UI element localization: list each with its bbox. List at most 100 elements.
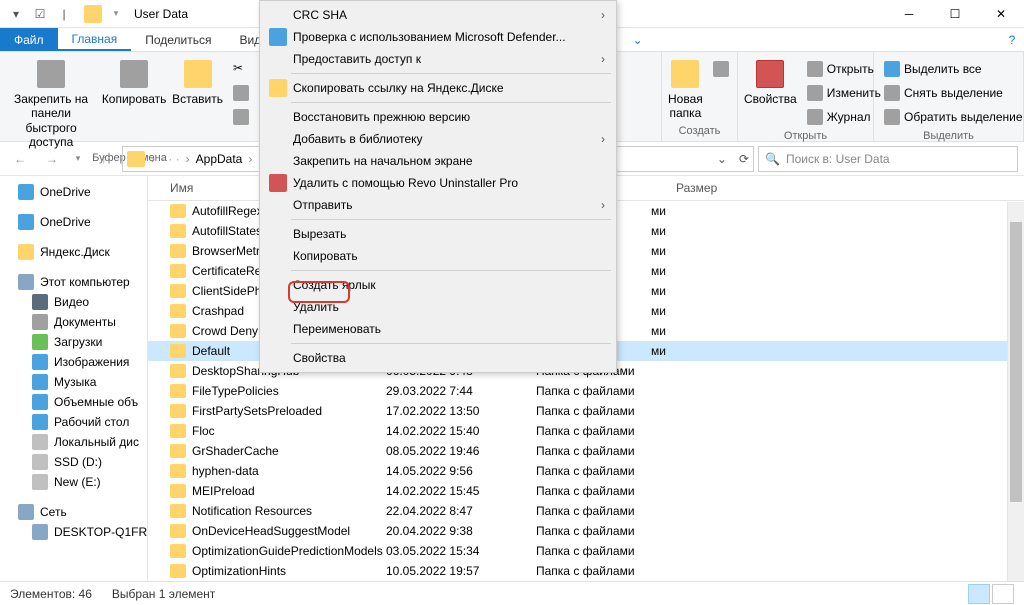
nav-onedrive[interactable]: OneDrive xyxy=(0,212,147,232)
edit-small-button[interactable]: Изменить xyxy=(803,82,885,104)
nav-desktop-remote[interactable]: DESKTOP-Q1FR1 xyxy=(0,522,147,542)
nav-newe[interactable]: New (E:) xyxy=(0,472,147,492)
file-row[interactable]: hyphen-data14.05.2022 9:56Папка с файлам… xyxy=(148,461,1024,481)
vertical-scrollbar[interactable] xyxy=(1007,202,1024,581)
nav-thispc[interactable]: Этот компьютер xyxy=(0,272,147,292)
qat-chevron-icon[interactable]: ▾ xyxy=(106,4,126,24)
file-date: 14.02.2022 15:40 xyxy=(386,424,536,438)
downloads-icon xyxy=(32,334,48,350)
nav-ssd[interactable]: SSD (D:) xyxy=(0,452,147,472)
select-invert-button[interactable]: Обратить выделение xyxy=(880,106,1024,128)
help-icon[interactable]: ? xyxy=(1000,28,1024,51)
ctx-yandex-link[interactable]: Скопировать ссылку на Яндекс.Диске xyxy=(263,77,613,99)
file-date: 22.04.2022 8:47 xyxy=(386,504,536,518)
nav-video[interactable]: Видео xyxy=(0,292,147,312)
search-box[interactable]: 🔍 Поиск в: User Data xyxy=(758,146,1018,172)
pin-quickaccess-button[interactable]: Закрепить на панели быстрого доступа xyxy=(6,56,96,150)
tab-share[interactable]: Поделиться xyxy=(131,28,225,51)
minimize-button[interactable]: ─ xyxy=(886,0,932,28)
file-row[interactable]: FileTypePolicies29.03.2022 7:44Папка с ф… xyxy=(148,381,1024,401)
scrollbar-thumb[interactable] xyxy=(1010,222,1022,502)
maximize-button[interactable]: ☐ xyxy=(932,0,978,28)
file-row[interactable]: OptimizationHints10.05.2022 19:57Папка с… xyxy=(148,561,1024,581)
window-title: User Data xyxy=(134,7,188,21)
ctx-cut[interactable]: Вырезать xyxy=(263,223,613,245)
nav-onedrive[interactable]: OneDrive xyxy=(0,182,147,202)
nav-music[interactable]: Музыка xyxy=(0,372,147,392)
file-date: 08.05.2022 19:46 xyxy=(386,444,536,458)
view-details-button[interactable] xyxy=(968,584,990,604)
nav-back-button[interactable]: ← xyxy=(6,146,34,172)
nav-downloads[interactable]: Загрузки xyxy=(0,332,147,352)
new-item-button[interactable] xyxy=(709,58,733,80)
pasteshortcut-small-button[interactable] xyxy=(229,106,253,128)
nav-forward-button[interactable]: → xyxy=(38,146,66,172)
submenu-arrow-icon: › xyxy=(601,132,605,146)
file-row[interactable]: MEIPreload14.02.2022 15:45Папка с файлам… xyxy=(148,481,1024,501)
pc-icon xyxy=(32,524,48,540)
ctx-delete[interactable]: Удалить xyxy=(263,296,613,318)
copy-button[interactable]: Копировать xyxy=(102,56,166,106)
file-row[interactable]: OptimizationGuidePredictionModels03.05.2… xyxy=(148,541,1024,561)
ctx-send[interactable]: Отправить› xyxy=(263,194,613,216)
select-all-button[interactable]: Выделить все xyxy=(880,58,1024,80)
folder-icon xyxy=(84,5,102,23)
breadcrumb[interactable]: · · · xyxy=(161,152,180,166)
nav-yandex-disk[interactable]: Яндекс.Диск xyxy=(0,242,147,262)
ctx-rename[interactable]: Переименовать xyxy=(263,318,613,340)
close-button[interactable]: ✕ xyxy=(978,0,1024,28)
select-none-button[interactable]: Снять выделение xyxy=(880,82,1024,104)
copy-icon xyxy=(120,60,148,88)
cut-small-button[interactable]: ✂ xyxy=(229,58,253,80)
file-row[interactable]: Floc14.02.2022 15:40Папка с файлами xyxy=(148,421,1024,441)
qat-dropdown-icon[interactable]: ▾ xyxy=(6,4,26,24)
nav-localdisk[interactable]: Локальный дис xyxy=(0,432,147,452)
breadcrumb[interactable]: AppData xyxy=(196,152,243,166)
qat-properties-icon[interactable]: ☑ xyxy=(30,4,50,24)
ctx-library[interactable]: Добавить в библиотеку› xyxy=(263,128,613,150)
nav-documents[interactable]: Документы xyxy=(0,312,147,332)
open-small-button[interactable]: Открыть xyxy=(803,58,885,80)
tab-home[interactable]: Главная xyxy=(58,28,132,51)
folder-icon xyxy=(170,544,186,558)
ctx-crcsha[interactable]: CRC SHA› xyxy=(263,4,613,26)
ctx-defender[interactable]: Проверка с использованием Microsoft Defe… xyxy=(263,26,613,48)
nav-pictures[interactable]: Изображения xyxy=(0,352,147,372)
file-row[interactable]: OnDeviceHeadSuggestModel20.04.2022 9:38П… xyxy=(148,521,1024,541)
nav-3dobjects[interactable]: Объемные объ xyxy=(0,392,147,412)
refresh-icon[interactable]: ⟳ xyxy=(739,152,749,166)
folder-icon xyxy=(170,284,186,298)
nav-network[interactable]: Сеть xyxy=(0,502,147,522)
ctx-properties[interactable]: Свойства xyxy=(263,347,613,369)
nav-up-button[interactable]: ↑ xyxy=(90,146,118,172)
properties-button[interactable]: Свойства xyxy=(744,56,797,106)
paste-button[interactable]: Вставить xyxy=(172,56,223,106)
shortcut-icon xyxy=(233,109,249,125)
file-row[interactable]: Notification Resources22.04.2022 8:47Пап… xyxy=(148,501,1024,521)
new-folder-button[interactable]: Новая папка xyxy=(668,56,703,121)
file-row[interactable]: GrShaderCache08.05.2022 19:46Папка с фай… xyxy=(148,441,1024,461)
view-icons-button[interactable] xyxy=(992,584,1014,604)
history-small-button[interactable]: Журнал xyxy=(803,106,885,128)
copypath-small-button[interactable] xyxy=(229,82,253,104)
ctx-restore[interactable]: Восстановить прежнюю версию xyxy=(263,106,613,128)
tab-file[interactable]: Файл xyxy=(0,28,58,51)
file-name: Notification Resources xyxy=(192,504,312,518)
col-size[interactable]: Размер xyxy=(676,181,756,195)
context-menu: CRC SHA› Проверка с использованием Micro… xyxy=(259,0,617,373)
shield-icon xyxy=(269,28,287,46)
file-row[interactable]: FirstPartySetsPreloaded17.02.2022 13:50П… xyxy=(148,401,1024,421)
nav-desktop[interactable]: Рабочий стол xyxy=(0,412,147,432)
nav-recent-button[interactable]: ▾ xyxy=(70,146,86,172)
file-type: Папка с файлами xyxy=(536,424,676,438)
ctx-shortcut[interactable]: Создать ярлык xyxy=(263,274,613,296)
ribbon-collapse-icon[interactable]: ⌄ xyxy=(623,28,653,51)
file-name: Crashpad xyxy=(192,304,244,318)
ctx-revo[interactable]: Удалить с помощью Revo Uninstaller Pro xyxy=(263,172,613,194)
ctx-copy[interactable]: Копировать xyxy=(263,245,613,267)
ctx-pin-start[interactable]: Закрепить на начальном экране xyxy=(263,150,613,172)
ctx-grant-access[interactable]: Предоставить доступ к› xyxy=(263,48,613,70)
file-name: hyphen-data xyxy=(192,464,259,478)
properties-icon xyxy=(756,60,784,88)
address-dropdown-icon[interactable]: ⌄ xyxy=(717,152,727,166)
